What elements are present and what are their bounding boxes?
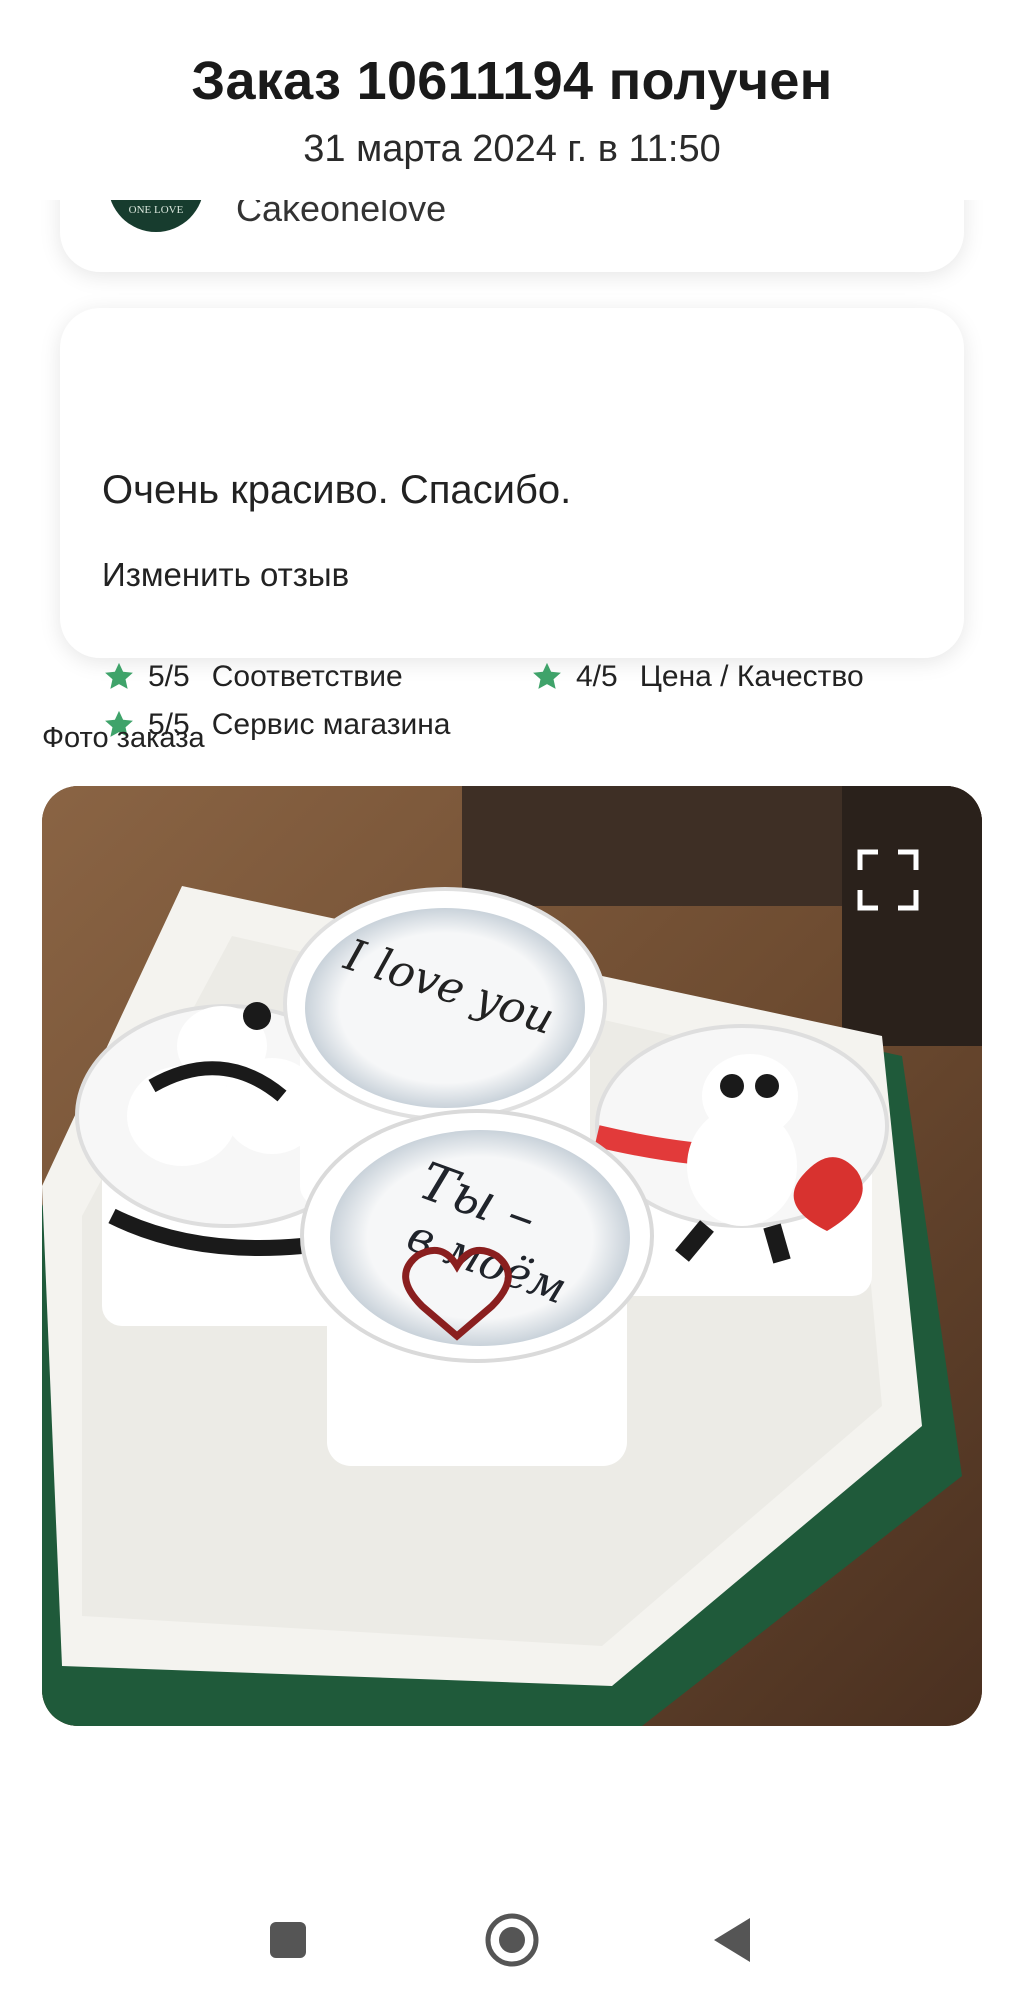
rating-label: Сервис магазина [211, 708, 451, 741]
cupcake-box-illustration: I love you Ты – в моём [42, 786, 982, 1726]
photo-section-label: Фото заказа [42, 722, 205, 754]
order-photo[interactable]: I love you Ты – в моём [42, 786, 982, 1726]
rating-score: 4/5 [576, 660, 618, 693]
rating-match: 5/5 Соответствие [102, 660, 403, 694]
fullscreen-icon[interactable] [856, 848, 920, 912]
star-icon [533, 662, 561, 689]
sheet-header: Заказ 10611194 получен 31 марта 2024 г. … [0, 0, 1024, 200]
cup-bottom: Ты – в моём [300, 1109, 654, 1466]
system-navbar [0, 1880, 1024, 1996]
rating-score: 5/5 [148, 660, 190, 693]
rating-price-quality: 4/5 Цена / Качество [530, 660, 864, 694]
review-text: Очень красиво. Спасибо. [102, 468, 572, 512]
rating-label: Соответствие [211, 660, 403, 693]
home-circle-icon[interactable] [480, 1908, 544, 1972]
shop-logo-text: ONE LOVE [128, 204, 184, 216]
page-title: Заказ 10611194 получен [191, 51, 833, 111]
back-triangle-icon[interactable] [702, 1908, 766, 1972]
order-date: 31 марта 2024 г. в 11:50 [303, 128, 721, 170]
edit-review-button[interactable]: Изменить отзыв [102, 556, 349, 594]
rating-label: Цена / Качество [639, 660, 864, 693]
square-icon[interactable] [256, 1908, 320, 1972]
star-icon [105, 662, 133, 689]
